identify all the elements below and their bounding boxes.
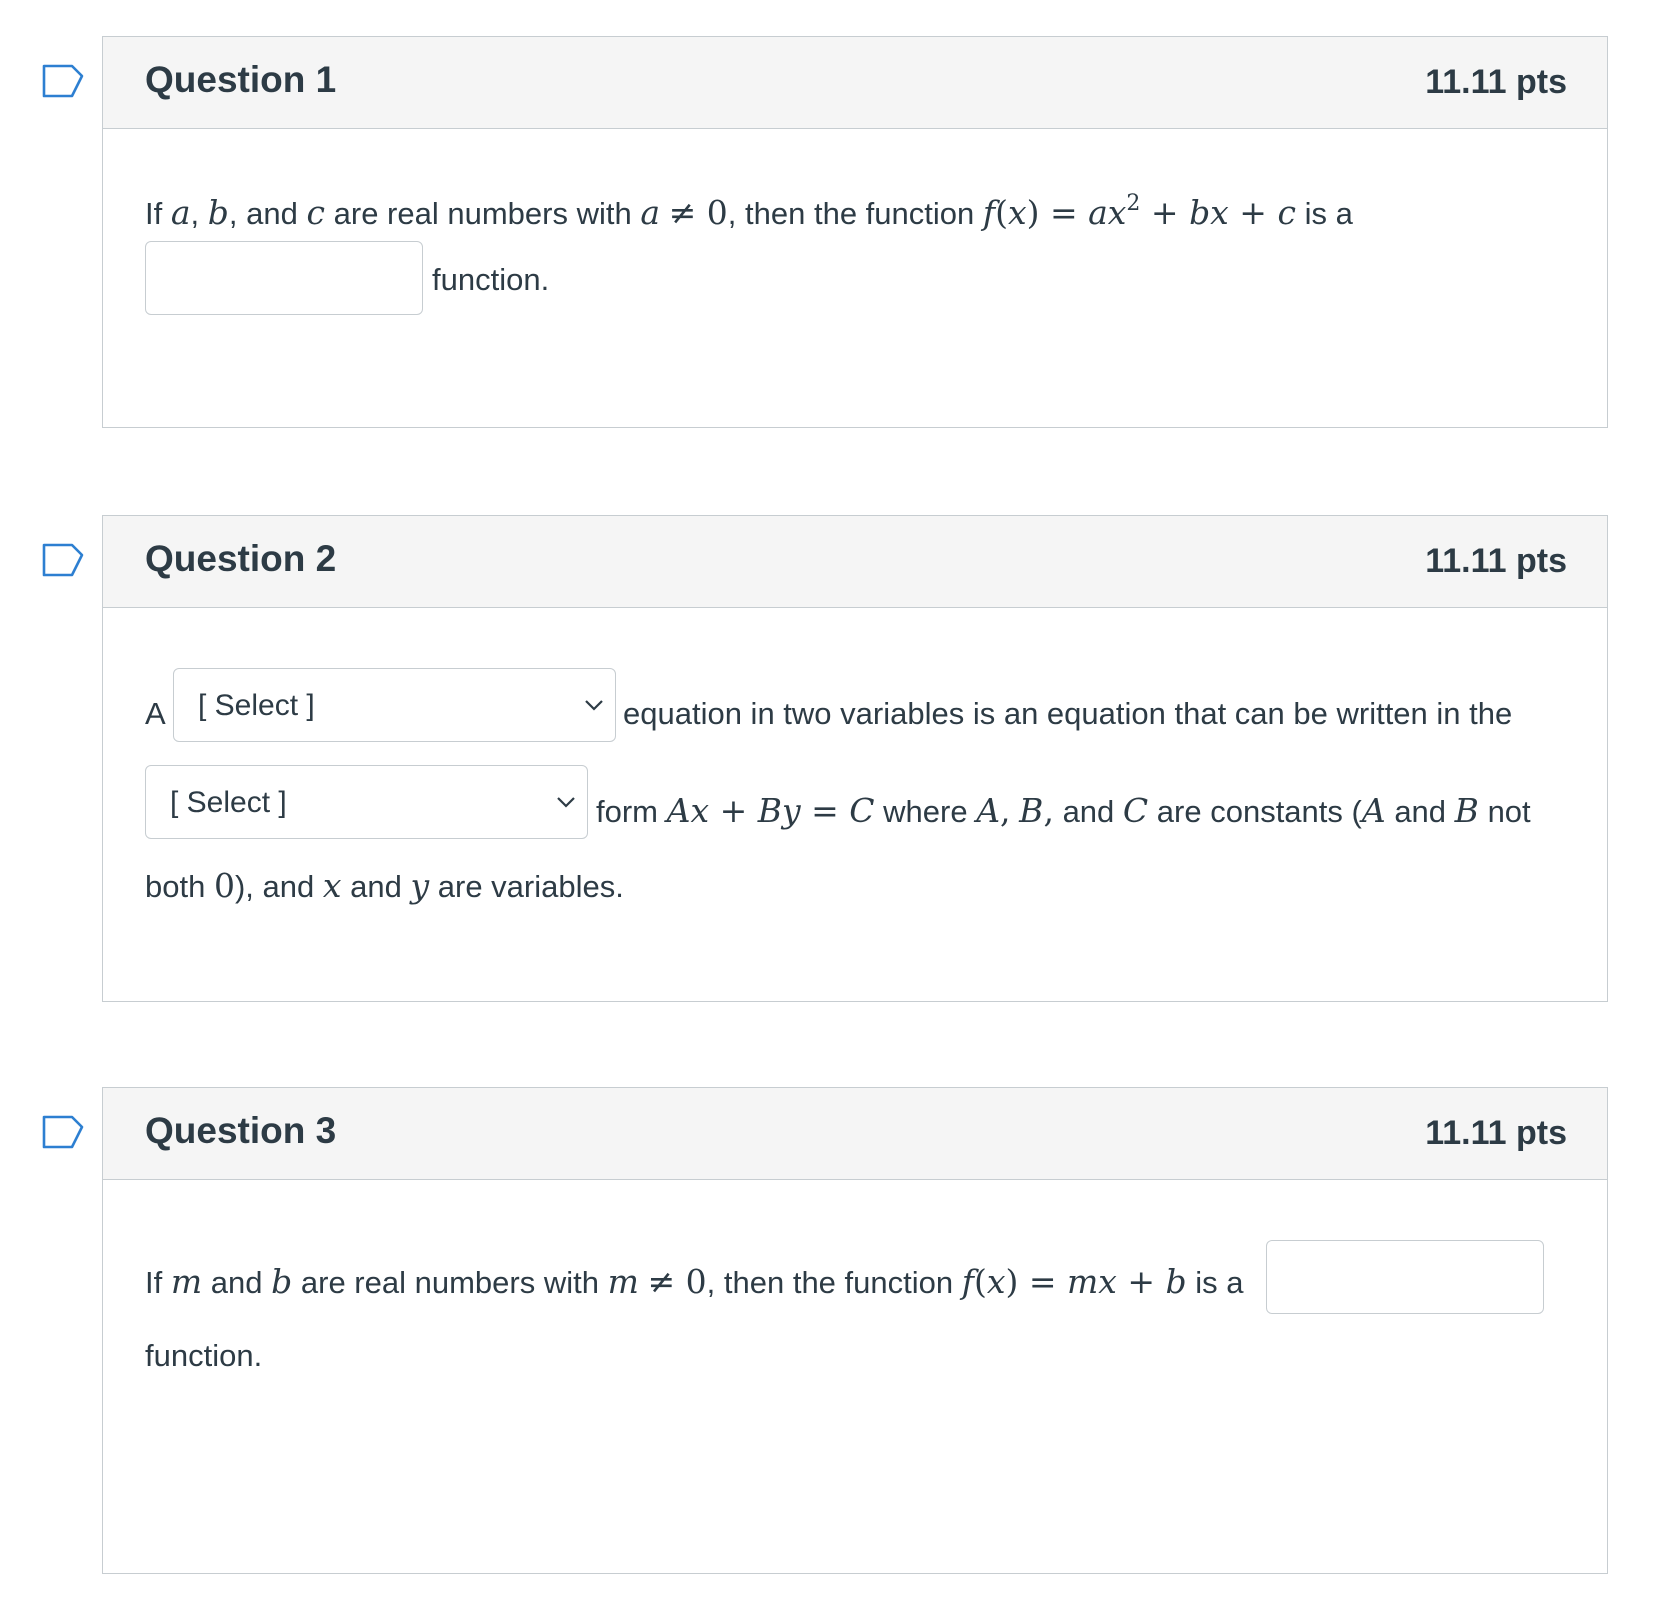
question-title: Question 2	[145, 538, 337, 579]
question-2: Question 2 11.11 pts A [ Select ] equati…	[0, 515, 1670, 1002]
chevron-down-icon	[557, 797, 575, 808]
question-3: Question 3 11.11 pts If m and b are real…	[0, 1087, 1670, 1574]
question-text-a: A	[145, 696, 166, 731]
bookmark-flag-icon	[42, 543, 84, 577]
text: are real numbers with	[333, 196, 632, 231]
bookmark-flag-icon	[42, 64, 84, 98]
text: , then the function	[727, 196, 975, 231]
question-header: Question 2 11.11 pts	[103, 516, 1607, 608]
math-b: b	[207, 193, 229, 232]
question-header: Question 1 11.11 pts	[103, 37, 1607, 129]
select-value: [ Select ]	[198, 689, 315, 722]
question-card: Question 3 11.11 pts If m and b are real…	[102, 1087, 1608, 1574]
select-value: [ Select ]	[170, 786, 287, 819]
question-text-line-1: If a, b, and c are real numbers with a ≠…	[145, 191, 1353, 232]
question-title: Question 1	[145, 59, 337, 100]
question-title: Question 3	[145, 1110, 337, 1151]
math-function: f	[961, 1262, 974, 1301]
question-1: Question 1 11.11 pts If a, b, and c are …	[0, 36, 1670, 428]
answer-input[interactable]	[145, 241, 423, 315]
text: and	[246, 196, 298, 231]
math-c: c	[306, 193, 326, 232]
text: ,	[228, 196, 238, 231]
question-points: 11.11 pts	[1425, 542, 1567, 580]
answer-input[interactable]	[1266, 1240, 1544, 1314]
text: is a	[1304, 196, 1353, 231]
select-dropdown-1[interactable]: [ Select ]	[173, 668, 616, 742]
math-a: a	[170, 193, 191, 232]
math-equation: Ax	[666, 791, 710, 830]
question-text-line-2: form Ax + By = C where A, B, and C are c…	[596, 791, 1531, 830]
question-header: Question 3 11.11 pts	[103, 1088, 1607, 1180]
flag-question-button[interactable]	[42, 1115, 84, 1149]
question-text-line-2: function.	[145, 1338, 263, 1373]
text: If	[145, 196, 163, 231]
question-text-line-1: equation in two variables is an equation…	[623, 696, 1513, 731]
question-text-line-2: function.	[432, 262, 550, 297]
math-neq: ≠ 0	[668, 193, 728, 232]
question-text-line-1: If m and b are real numbers with m ≠ 0, …	[145, 1262, 1244, 1301]
math-a-neq-0: a	[640, 193, 661, 232]
question-points: 11.11 pts	[1425, 63, 1567, 101]
select-dropdown-2[interactable]: [ Select ]	[145, 765, 588, 839]
math-function: f	[982, 193, 996, 232]
bookmark-flag-icon	[42, 1115, 84, 1149]
question-text-line-3: both 0), and x and y are variables.	[145, 866, 624, 905]
flag-question-button[interactable]	[42, 64, 84, 98]
flag-question-button[interactable]	[42, 543, 84, 577]
text: ,	[190, 196, 200, 231]
question-card: Question 2 11.11 pts A [ Select ] equati…	[102, 515, 1608, 1002]
question-points: 11.11 pts	[1425, 1114, 1567, 1152]
question-card: Question 1 11.11 pts If a, b, and c are …	[102, 36, 1608, 428]
chevron-down-icon	[585, 700, 603, 711]
